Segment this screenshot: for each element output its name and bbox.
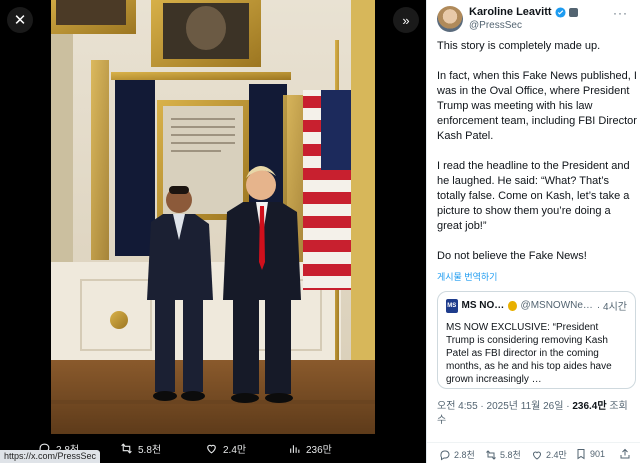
author-names: Karoline Leavitt @PressSec [469, 6, 578, 32]
analytics-icon [290, 445, 300, 453]
verified-badge-icon [554, 7, 566, 18]
more-dots-icon: ··· [613, 6, 628, 20]
author-name-text: Karoline Leavitt [469, 6, 552, 18]
bookmark-count: 901 [590, 449, 606, 459]
tweet-meta: 오전 4:55 · 2025년 11월 26일 · 236.4만 조회 수 [437, 400, 637, 428]
like-count: 2.4만 [546, 450, 567, 460]
tweet-paragraph: In fact, when this Fake News published, … [437, 70, 637, 142]
translate-post-link[interactable]: 게시물 번역하기 [437, 270, 497, 283]
reply-icon [440, 450, 450, 460]
more-options-button[interactable]: ··· [613, 6, 628, 20]
media-views-button[interactable]: 236만 [288, 441, 332, 456]
heart-icon [532, 451, 542, 460]
reply-count: 2.8천 [454, 450, 475, 460]
expand-panel-button[interactable]: » [393, 7, 419, 33]
media-repost-button[interactable]: 5.8천 [120, 441, 161, 456]
tweet-author[interactable]: Karoline Leavitt @PressSec [437, 6, 578, 32]
media-like-count: 2.4만 [223, 445, 247, 456]
tweet-paragraph: Do not believe the Fake News! [437, 250, 587, 262]
close-icon: ✕ [13, 12, 27, 29]
tweet-paragraph: This story is completely made up. [437, 40, 601, 52]
avatar[interactable] [437, 6, 463, 32]
share-icon [620, 448, 630, 459]
quote-author-name: MS NO… [461, 300, 505, 311]
author-handle[interactable]: @PressSec [469, 19, 578, 32]
bookmark-icon [577, 449, 585, 460]
tweet-timestamp[interactable]: 오전 4:55 · 2025년 11월 26일 · [437, 401, 570, 412]
heart-icon [207, 444, 216, 454]
view-count-label-suffix: 수 [437, 415, 447, 426]
tweet-photo[interactable] [51, 0, 375, 434]
media-like-button[interactable]: 2.4만 [205, 441, 246, 456]
app-root: ✕ » 2.8천 5.8천 2.4만 236만 https://x.com/Pr [0, 0, 640, 463]
author-display-name[interactable]: Karoline Leavitt [469, 6, 578, 19]
media-viewer: ✕ » 2.8천 5.8천 2.4만 236만 https://x.com/Pr [0, 0, 426, 463]
repost-icon [486, 449, 496, 460]
repost-count: 5.8천 [500, 450, 521, 460]
tweet-paragraph: I read the headline to the President and… [437, 160, 630, 232]
tweet-actions: 2.8천 5.8천 2.4만 901 [427, 442, 640, 463]
quote-header: MS MS NO… @MSNOWNe… · 4시간 [446, 298, 627, 313]
government-badge-icon [568, 8, 578, 17]
tweet-body: This story is completely made up. In fac… [437, 39, 637, 279]
quote-avatar: MS [446, 298, 458, 313]
share-button[interactable] [619, 448, 631, 460]
verified-org-badge-icon [508, 300, 517, 311]
bookmark-button[interactable]: 901 [575, 448, 605, 460]
media-views-count: 236만 [306, 445, 332, 456]
tweet-view-count: 236.4만 [572, 401, 607, 412]
quote-author-handle: @MSNOWNe… [520, 300, 593, 311]
quoted-tweet[interactable]: MS MS NO… @MSNOWNe… · 4시간 MS NOW EXCLUSI… [437, 291, 636, 389]
quote-time: · 4시간 [596, 302, 627, 313]
photo-illustration [51, 0, 375, 434]
repost-button[interactable]: 5.8천 [485, 448, 521, 461]
repost-icon [121, 443, 132, 454]
like-button[interactable]: 2.4만 [531, 448, 567, 461]
tweet-panel: Karoline Leavitt @PressSec ··· This stor… [426, 0, 640, 463]
close-button[interactable]: ✕ [7, 7, 33, 33]
reply-button[interactable]: 2.8천 [439, 448, 475, 461]
chevron-double-right-icon: » [402, 12, 410, 28]
view-count-label: 조회 [609, 401, 628, 412]
quote-text: MS NOW EXCLUSIVE: “President Trump is co… [446, 322, 612, 385]
media-repost-count: 5.8천 [138, 445, 162, 456]
status-bar-url: https://x.com/PressSec [0, 450, 101, 463]
